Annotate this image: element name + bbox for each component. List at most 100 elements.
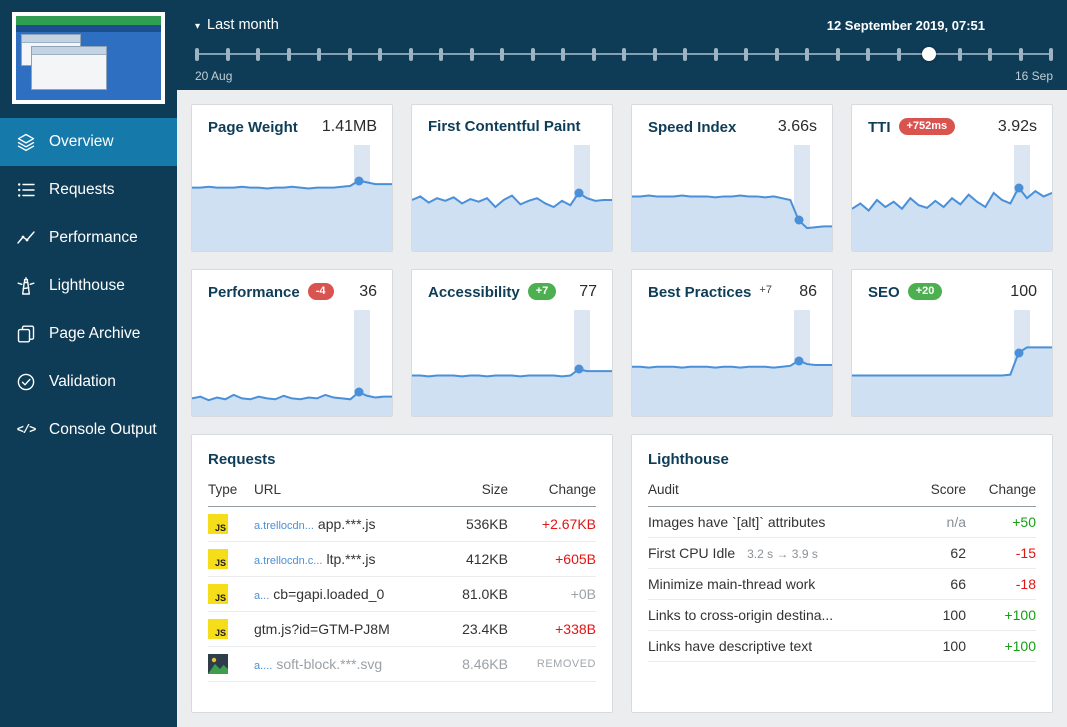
check-circle-icon bbox=[16, 372, 36, 392]
metric-card-speed-index[interactable]: Speed Index 3.66s bbox=[631, 104, 833, 252]
page-screenshot-thumbnail[interactable] bbox=[12, 12, 165, 104]
request-change: +605B bbox=[508, 541, 596, 577]
change-badge: -4 bbox=[307, 282, 334, 300]
card-value: 36 bbox=[359, 283, 377, 300]
requests-table: Type URL Size Change JS a.trellocdn... ap… bbox=[208, 474, 596, 682]
audit-name: First CPU Idle bbox=[648, 545, 736, 561]
timeline-slider[interactable] bbox=[195, 43, 1053, 65]
audit-change: +50 bbox=[966, 506, 1036, 538]
table-row[interactable]: a.... soft-block.***.svg 8.46KB REMOVED bbox=[208, 646, 596, 682]
url-domain: a.trellocdn... bbox=[254, 520, 314, 532]
table-row[interactable]: JS a.trellocdn.c... ltp.***.js 412KB +605… bbox=[208, 541, 596, 577]
card-title: TTI bbox=[868, 118, 891, 136]
table-row[interactable]: JS a.trellocdn... app.***.js 536KB +2.67K… bbox=[208, 506, 596, 542]
metric-card-best-practices[interactable]: Best Practices +7 86 bbox=[631, 269, 833, 417]
thumbnail-image bbox=[16, 16, 161, 100]
lighthouse-icon bbox=[16, 276, 36, 296]
timeline-start-label: 20 Aug bbox=[195, 69, 233, 83]
audit-name: Minimize main-thread work bbox=[648, 576, 816, 592]
sidebar-item-label: Validation bbox=[49, 373, 116, 390]
metric-card-performance[interactable]: Performance -4 36 bbox=[191, 269, 393, 417]
sidebar-item-performance[interactable]: Performance bbox=[0, 214, 177, 262]
audit-change: +100 bbox=[966, 599, 1036, 631]
table-row[interactable]: Minimize main-thread work 66 -18 bbox=[648, 568, 1036, 600]
lighthouse-table: Audit Score Change Images have `[alt]` a… bbox=[648, 474, 1036, 662]
caret-down-icon: ▾ bbox=[195, 20, 201, 32]
audit-name: Images have `[alt]` attributes bbox=[648, 514, 826, 530]
sparkline-chart bbox=[412, 145, 612, 251]
table-row[interactable]: Links to cross-origin destina... 100 +10… bbox=[648, 599, 1036, 631]
table-row[interactable]: First CPU Idle 3.2 s → 3.9 s 62 -15 bbox=[648, 537, 1036, 569]
table-row[interactable]: Links have descriptive text 100 +100 bbox=[648, 630, 1036, 662]
sidebar: Overview Requests Performance Lighthouse bbox=[0, 0, 177, 727]
dashboard-content: Page Weight 1.41MB First Contentful Pain… bbox=[177, 90, 1067, 727]
sidebar-item-console-output[interactable]: </> Console Output bbox=[0, 406, 177, 454]
table-row[interactable]: JS gtm.js?id=GTM-PJ8M 23.4KB +338B bbox=[208, 611, 596, 647]
audit-name: Links have descriptive text bbox=[648, 638, 813, 654]
request-size: 81.0KB bbox=[432, 576, 508, 612]
sidebar-item-label: Overview bbox=[49, 133, 114, 150]
metric-card-accessibility[interactable]: Accessibility +7 77 bbox=[411, 269, 613, 417]
table-row[interactable]: JS a... cb=gapi.loaded_0 81.0KB +0B bbox=[208, 576, 596, 612]
column-header-url: URL bbox=[254, 474, 432, 507]
column-header-change: Change bbox=[508, 474, 596, 507]
sidebar-item-lighthouse[interactable]: Lighthouse bbox=[0, 262, 177, 310]
sidebar-item-validation[interactable]: Validation bbox=[0, 358, 177, 406]
metric-card-seo[interactable]: SEO +20 100 bbox=[851, 269, 1053, 417]
timeline-handle[interactable] bbox=[921, 47, 936, 61]
sidebar-item-label: Performance bbox=[49, 229, 138, 246]
sparkline-chart bbox=[632, 310, 832, 416]
request-change: +2.67KB bbox=[508, 506, 596, 542]
audit-name: Links to cross-origin destina... bbox=[648, 607, 834, 623]
js-file-icon: JS bbox=[208, 584, 228, 604]
audit-score: 100 bbox=[908, 630, 966, 662]
request-size: 8.46KB bbox=[432, 646, 508, 682]
sidebar-item-label: Console Output bbox=[49, 421, 157, 438]
card-title: First Contentful Paint bbox=[428, 118, 581, 135]
metric-card-first-contentful-paint[interactable]: First Contentful Paint bbox=[411, 104, 613, 252]
request-size: 23.4KB bbox=[432, 611, 508, 647]
card-value: 3.92s bbox=[997, 118, 1037, 135]
sidebar-item-requests[interactable]: Requests bbox=[0, 166, 177, 214]
url-filename: ltp.***.js bbox=[326, 551, 376, 567]
metric-card-page-weight[interactable]: Page Weight 1.41MB bbox=[191, 104, 393, 252]
change-badge: +7 bbox=[527, 282, 557, 300]
detail-panels: Requests Type URL Size Change JS a.trell… bbox=[191, 434, 1053, 713]
date-range-dropdown[interactable]: ▾ Last month bbox=[195, 17, 279, 33]
change-badge: +752ms bbox=[898, 117, 956, 135]
sidebar-item-overview[interactable]: Overview bbox=[0, 118, 177, 166]
metric-card-tti[interactable]: TTI +752ms 3.92s bbox=[851, 104, 1053, 252]
panel-title: Lighthouse bbox=[648, 451, 729, 468]
panel-title: Requests bbox=[208, 451, 276, 468]
url-domain: a... bbox=[254, 590, 270, 602]
timeline-header: ▾ Last month 12 September 2019, 07:51 20… bbox=[177, 0, 1067, 90]
audit-score: 66 bbox=[908, 568, 966, 600]
url-filename: app.***.js bbox=[317, 516, 376, 532]
metric-cards-grid: Page Weight 1.41MB First Contentful Pain… bbox=[191, 104, 1053, 417]
js-file-icon: JS bbox=[208, 549, 228, 569]
sparkline-chart bbox=[192, 310, 392, 416]
audit-change: -15 bbox=[966, 537, 1036, 569]
column-header-score: Score bbox=[908, 474, 966, 507]
card-title: Page Weight bbox=[208, 118, 298, 136]
change-indicator: +7 bbox=[759, 284, 772, 296]
app-window: Overview Requests Performance Lighthouse bbox=[0, 0, 1067, 727]
card-title: SEO bbox=[868, 283, 900, 301]
requests-panel: Requests Type URL Size Change JS a.trell… bbox=[191, 434, 613, 713]
url-filename: soft-block.***.svg bbox=[276, 656, 383, 672]
column-header-type: Type bbox=[208, 474, 254, 507]
table-row[interactable]: Images have `[alt]` attributes n/a +50 bbox=[648, 506, 1036, 538]
url-filename: cb=gapi.loaded_0 bbox=[273, 586, 385, 602]
card-value: 77 bbox=[579, 283, 597, 300]
card-value: 3.66s bbox=[777, 118, 817, 135]
sidebar-item-page-archive[interactable]: Page Archive bbox=[0, 310, 177, 358]
selected-date-label: 12 September 2019, 07:51 bbox=[826, 17, 985, 33]
card-value: 86 bbox=[799, 283, 817, 300]
change-badge: +20 bbox=[907, 282, 943, 300]
layers-icon bbox=[16, 132, 36, 152]
request-size: 536KB bbox=[432, 506, 508, 542]
card-value: 1.41MB bbox=[321, 118, 377, 135]
list-icon bbox=[16, 180, 36, 200]
sidebar-item-label: Page Archive bbox=[49, 325, 141, 342]
column-header-change: Change bbox=[966, 474, 1036, 507]
